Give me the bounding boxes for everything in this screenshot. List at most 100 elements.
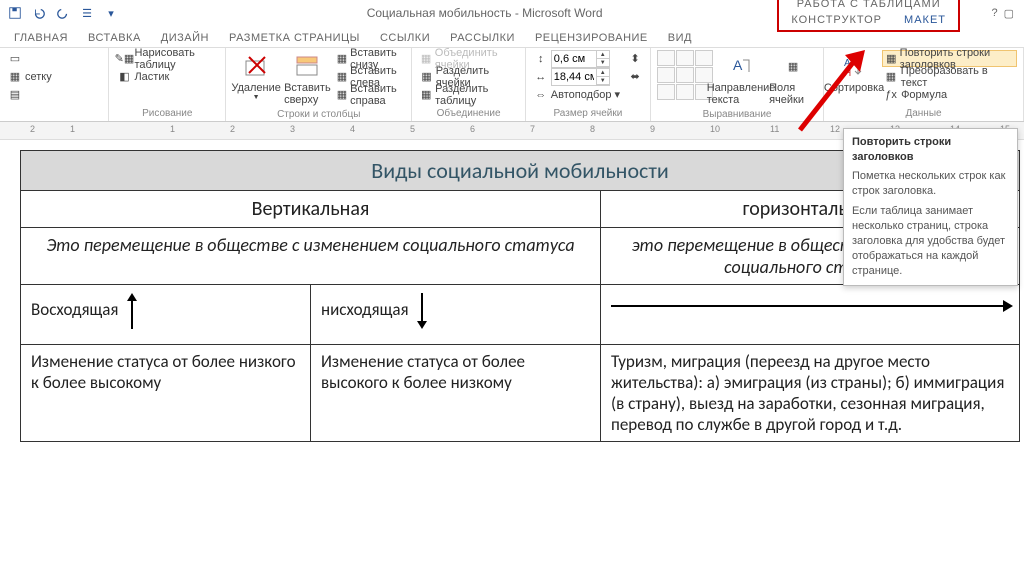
group-rowscols-label: Строки и столбцы bbox=[232, 108, 405, 120]
label-ascending: Восходящая bbox=[31, 299, 118, 320]
eraser-button[interactable]: ◧Ластик bbox=[115, 68, 219, 85]
cell-ascending[interactable]: Восходящая bbox=[21, 285, 311, 345]
group-merge: ▦Объединить ячейки ▦Разделить ячейки ▦Ра… bbox=[412, 48, 525, 121]
quick-access-toolbar: ☰ ▾ bbox=[4, 2, 122, 24]
align-bc[interactable] bbox=[676, 84, 694, 100]
window-title: Социальная мобильность - Microsoft Word bbox=[122, 6, 847, 20]
col-width-field[interactable]: ↔ ▲▼ bbox=[532, 68, 622, 85]
table-tools-label: РАБОТА С ТАБЛИЦАМИ bbox=[785, 0, 952, 12]
autofit-icon: ⇔ bbox=[534, 88, 548, 102]
repeat-header-icon: ▦ bbox=[886, 52, 897, 66]
row-height-field[interactable]: ↕ ▲▼ bbox=[532, 50, 622, 67]
list-icon[interactable]: ☰ bbox=[76, 2, 98, 24]
insert-right-icon: ▦ bbox=[337, 88, 347, 102]
height-input[interactable] bbox=[552, 53, 596, 65]
up-arrow-icon[interactable]: ▲ bbox=[597, 51, 609, 59]
group-label bbox=[6, 118, 102, 119]
insert-below-icon: ▦ bbox=[337, 52, 347, 66]
align-tl[interactable] bbox=[657, 50, 675, 66]
group-size-label: Размер ячейки bbox=[532, 107, 644, 119]
pencil-table-icon: ✎▦ bbox=[117, 52, 131, 66]
cell-descending[interactable]: нисходящая bbox=[311, 285, 601, 345]
width-input[interactable] bbox=[552, 71, 596, 83]
arrow-down-icon bbox=[412, 291, 432, 331]
titlebar: ☰ ▾ Социальная мобильность - Microsoft W… bbox=[0, 0, 1024, 26]
tab-table-design[interactable]: КОНСТРУКТОР bbox=[785, 12, 888, 28]
props-icon: ▤ bbox=[8, 88, 22, 102]
distribute-rows-button[interactable]: ⬍ bbox=[626, 50, 644, 67]
height-icon: ↕ bbox=[534, 52, 548, 66]
tab-mailings[interactable]: РАССЫЛКИ bbox=[442, 29, 523, 47]
tooltip-repeat-header: Повторить строки заголовков Пометка неск… bbox=[843, 128, 1018, 286]
text-direction-button[interactable]: AНаправление текста bbox=[717, 50, 765, 108]
align-tr[interactable] bbox=[695, 50, 713, 66]
autofit-button[interactable]: ⇔Автоподбор ▾ bbox=[532, 86, 622, 103]
tab-references[interactable]: ССЫЛКИ bbox=[372, 29, 438, 47]
group-merge-label: Объединение bbox=[418, 107, 518, 119]
help-icon[interactable]: ? bbox=[991, 7, 997, 20]
app-name: - Microsoft Word bbox=[511, 6, 602, 20]
distribute-cols-button[interactable]: ⬌ bbox=[626, 68, 644, 85]
ribbon-options-icon[interactable]: ▢ bbox=[1004, 7, 1014, 20]
select-button[interactable]: ▭ bbox=[6, 50, 54, 67]
properties-button[interactable]: ▤ bbox=[6, 86, 54, 103]
eraser-icon: ◧ bbox=[117, 70, 131, 84]
redo-icon[interactable] bbox=[52, 2, 74, 24]
align-ml[interactable] bbox=[657, 67, 675, 83]
select-icon: ▭ bbox=[8, 52, 22, 66]
desc-vertical[interactable]: Это перемещение в обществе с изменением … bbox=[21, 228, 601, 285]
tab-home[interactable]: ГЛАВНАЯ bbox=[6, 29, 76, 47]
label-descending: нисходящая bbox=[321, 299, 409, 320]
header-vertical[interactable]: Вертикальная bbox=[21, 191, 601, 228]
merge-icon: ▦ bbox=[420, 52, 431, 66]
group-draw-label: Рисование bbox=[115, 107, 219, 119]
insert-above-button[interactable]: Вставить сверху bbox=[284, 50, 331, 108]
align-bl[interactable] bbox=[657, 84, 675, 100]
tooltip-p2: Если таблица занимает несколько страниц,… bbox=[852, 204, 1009, 278]
split-table-icon: ▦ bbox=[420, 88, 432, 102]
dist-cols-icon: ⬌ bbox=[628, 70, 642, 84]
table-tools-contextual: РАБОТА С ТАБЛИЦАМИ КОНСТРУКТОР МАКЕТ bbox=[777, 0, 960, 32]
align-mc[interactable] bbox=[676, 67, 694, 83]
tooltip-p1: Пометка нескольких строк как строк загол… bbox=[852, 169, 1009, 199]
document-name: Социальная мобильность bbox=[367, 6, 512, 20]
up-arrow-icon[interactable]: ▲ bbox=[597, 69, 609, 77]
group-draw: ✎▦Нарисовать таблицу ◧Ластик Рисование bbox=[109, 48, 226, 121]
insert-above-icon bbox=[293, 52, 321, 80]
cell-detail-down[interactable]: Изменение статуса от более высокого к бо… bbox=[311, 345, 601, 442]
align-mr[interactable] bbox=[695, 67, 713, 83]
draw-table-button[interactable]: ✎▦Нарисовать таблицу bbox=[115, 50, 219, 67]
group-cell-size: ↕▲▼ ↔▲▼ ⇔Автоподбор ▾ ⬍ ⬌ Размер ячейки bbox=[526, 48, 651, 121]
group-select-grid: ▭ ▦сетку ▤ bbox=[0, 48, 109, 121]
tab-page-layout[interactable]: РАЗМЕТКА СТРАНИЦЫ bbox=[221, 29, 368, 47]
tab-table-layout[interactable]: МАКЕТ bbox=[898, 12, 952, 28]
convert-icon: ▦ bbox=[884, 70, 898, 84]
down-arrow-icon[interactable]: ▼ bbox=[597, 59, 609, 67]
tab-review[interactable]: РЕЦЕНЗИРОВАНИЕ bbox=[527, 29, 656, 47]
qat-dropdown-icon[interactable]: ▾ bbox=[100, 2, 122, 24]
tab-insert[interactable]: ВСТАВКА bbox=[80, 29, 149, 47]
align-tc[interactable] bbox=[676, 50, 694, 66]
delete-button[interactable]: Удаление▼ bbox=[232, 50, 280, 103]
gridlines-button[interactable]: ▦сетку bbox=[6, 68, 54, 85]
split-table-button[interactable]: ▦Разделить таблицу bbox=[418, 86, 518, 103]
down-arrow-icon[interactable]: ▼ bbox=[597, 77, 609, 85]
convert-to-text-button[interactable]: ▦Преобразовать в текст bbox=[882, 68, 1017, 85]
text-direction-icon: A bbox=[727, 52, 755, 80]
cell-detail-horizontal[interactable]: Туризм, миграция (переезд на другое мест… bbox=[601, 345, 1020, 442]
delete-icon bbox=[242, 52, 270, 80]
align-grid bbox=[657, 50, 713, 100]
cell-horizontal-arrow[interactable] bbox=[601, 285, 1020, 345]
tab-design[interactable]: ДИЗАЙН bbox=[153, 29, 217, 47]
insert-right-button[interactable]: ▦Вставить справа bbox=[335, 86, 406, 103]
cell-detail-up[interactable]: Изменение статуса от более низкого к бол… bbox=[21, 345, 311, 442]
save-icon[interactable] bbox=[4, 2, 26, 24]
dist-rows-icon: ⬍ bbox=[628, 52, 642, 66]
undo-icon[interactable] bbox=[28, 2, 50, 24]
arrow-up-icon bbox=[122, 291, 142, 331]
ribbon: ▭ ▦сетку ▤ ✎▦Нарисовать таблицу ◧Ластик … bbox=[0, 48, 1024, 122]
grid-icon: ▦ bbox=[8, 70, 22, 84]
formula-button[interactable]: ƒxФормула bbox=[882, 86, 1017, 103]
width-icon: ↔ bbox=[534, 70, 548, 84]
tab-view[interactable]: ВИД bbox=[660, 29, 700, 47]
